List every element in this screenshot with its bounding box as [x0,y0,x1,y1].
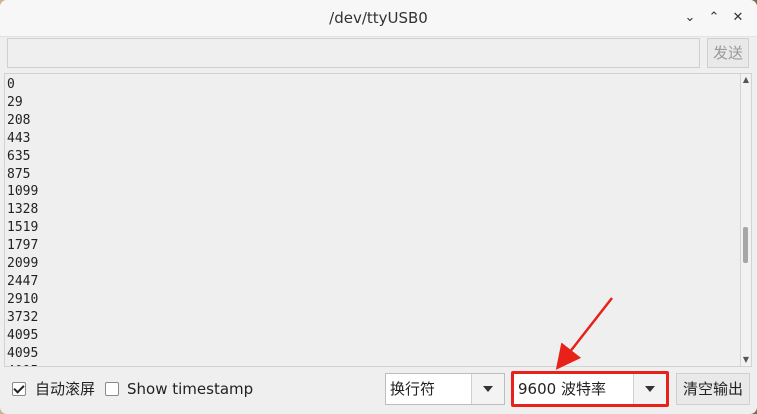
output-line: 1328 [7,202,39,218]
output-line: 443 [7,130,31,146]
line-ending-value: 换行符 [390,380,436,398]
maximize-icon[interactable]: ⌃ [704,8,724,28]
send-input[interactable] [7,38,700,68]
scroll-thumb[interactable] [743,227,748,263]
output-line: 2910 [7,291,39,307]
output-line: 0 [7,77,15,92]
output-line: 29 [7,94,23,110]
vertical-scrollbar[interactable]: ▲ ▼ [740,73,752,367]
output-lines: 0 29 208 443 635 875 1099 1328 1519 1797 2099 2447 2… [7,76,39,367]
timestamp-checkbox[interactable] [105,382,119,396]
chevron-down-icon[interactable] [471,374,504,404]
send-button[interactable]: 发送 [707,38,749,68]
title-bar[interactable]: /dev/ttyUSB0 ⌄ ⌃ ✕ [0,0,757,37]
output-line: 875 [7,166,31,182]
output-line: 635 [7,148,31,164]
output-line: 208 [7,112,31,128]
serial-output[interactable]: 0 29 208 443 635 875 1099 1328 1519 1797 2099 2447 2… [4,73,740,367]
scroll-up-icon[interactable]: ▲ [741,74,751,86]
output-line: 4095 [7,363,38,367]
output-line: 3732 [7,309,39,325]
line-ending-select[interactable]: 换行符 [385,373,505,405]
output-line: 4095 [7,327,39,343]
highlight-box [511,371,669,407]
output-line: 1797 [7,238,39,254]
close-icon[interactable]: ✕ [728,8,748,28]
output-line: 4095 [7,345,39,361]
output-line: 2099 [7,256,39,272]
timestamp-label: Show timestamp [127,380,254,398]
output-line: 1099 [7,184,39,200]
autoscroll-checkbox[interactable] [12,382,26,396]
output-line: 2447 [7,273,39,289]
minimize-icon[interactable]: ⌄ [680,8,700,28]
clear-output-button[interactable]: 清空输出 [676,373,750,405]
autoscroll-label: 自动滚屏 [35,380,96,398]
serial-monitor-window: /dev/ttyUSB0 ⌄ ⌃ ✕ 发送 0 29 208 443 635 875 109… [0,0,757,414]
output-line: 1519 [7,220,39,236]
window-title: /dev/ttyUSB0 [329,9,428,27]
scroll-down-icon[interactable]: ▼ [741,354,751,366]
